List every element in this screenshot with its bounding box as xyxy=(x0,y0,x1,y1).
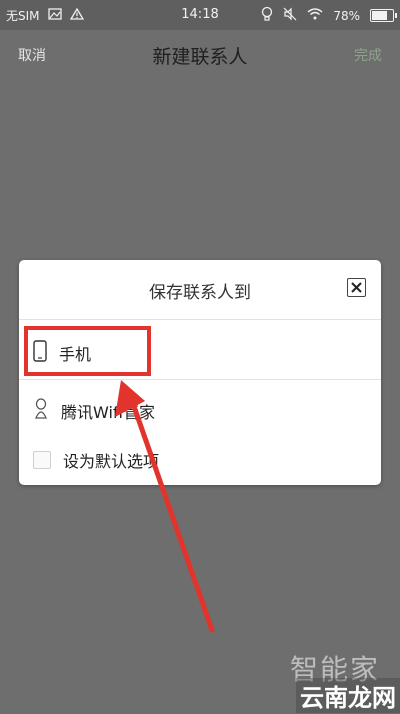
watermark-site: 云南龙网 xyxy=(296,678,400,713)
annotation-arrow xyxy=(115,380,215,633)
